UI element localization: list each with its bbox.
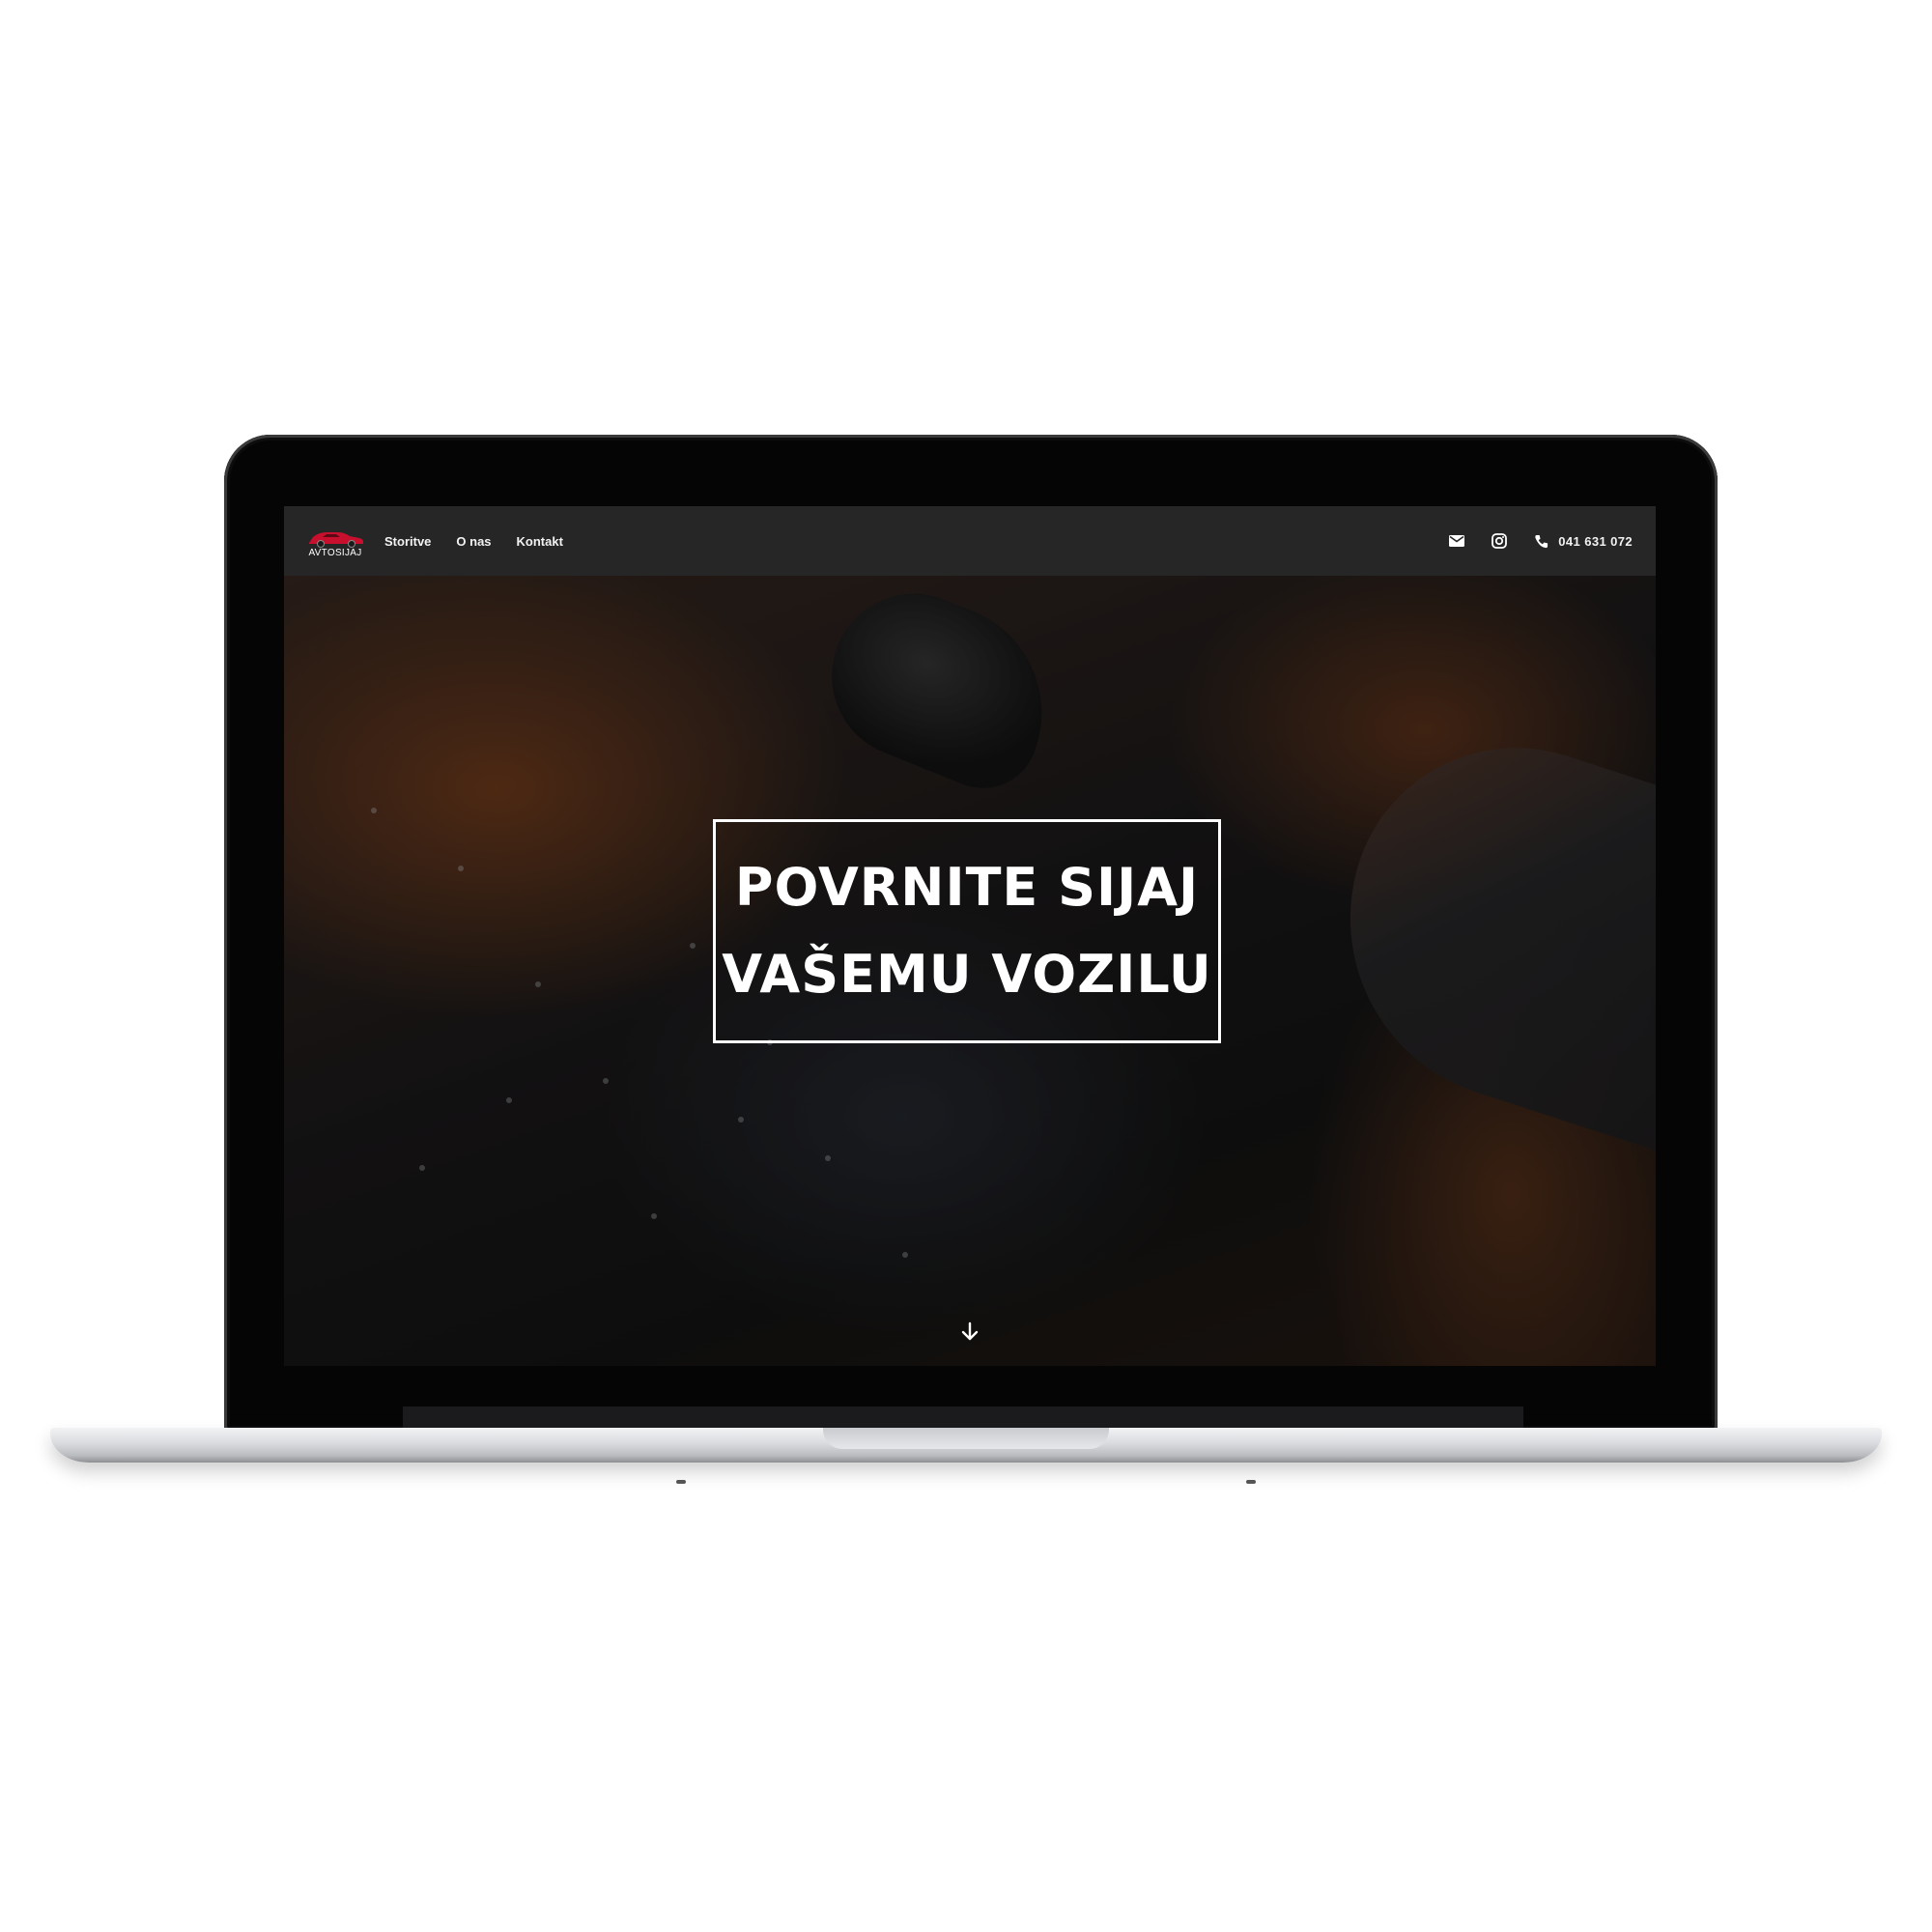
nav-links: Storitve O nas Kontakt [384, 506, 563, 576]
site-logo[interactable]: AVTOSIJAJ [305, 527, 365, 558]
hero-headline-line-1: POVRNITE SIJAJ [734, 857, 1200, 918]
nav-item-o-nas[interactable]: O nas [456, 534, 491, 549]
nav-item-storitve[interactable]: Storitve [384, 534, 431, 549]
nav-item-kontakt[interactable]: Kontakt [517, 534, 563, 549]
site-navbar: AVTOSIJAJ Storitve O nas Kontakt 041 631… [284, 506, 1656, 576]
hero-section: POVRNITE SIJAJ VAŠEMU VOZILU [284, 576, 1656, 1366]
red-car-logo-icon [309, 532, 363, 548]
phone-number: 041 631 072 [1558, 533, 1633, 549]
phone-link[interactable]: 041 631 072 [1534, 534, 1633, 549]
laptop-foot-left [676, 1480, 686, 1484]
hero-headline-box: POVRNITE SIJAJ VAŠEMU VOZILU [713, 819, 1221, 1043]
laptop-screen: AVTOSIJAJ Storitve O nas Kontakt 041 631… [284, 506, 1656, 1366]
laptop-foot-right [1246, 1480, 1256, 1484]
laptop-opening-notch [823, 1428, 1109, 1449]
nav-contacts: 041 631 072 [1449, 506, 1633, 576]
envelope-icon[interactable] [1449, 535, 1465, 547]
phone-icon [1534, 534, 1548, 549]
logo-text: AVTOSIJAJ [308, 548, 362, 558]
instagram-icon[interactable] [1492, 533, 1508, 549]
hero-headline-line-2: VAŠEMU VOZILU [722, 944, 1212, 1005]
arrow-down-icon[interactable] [960, 1321, 980, 1343]
